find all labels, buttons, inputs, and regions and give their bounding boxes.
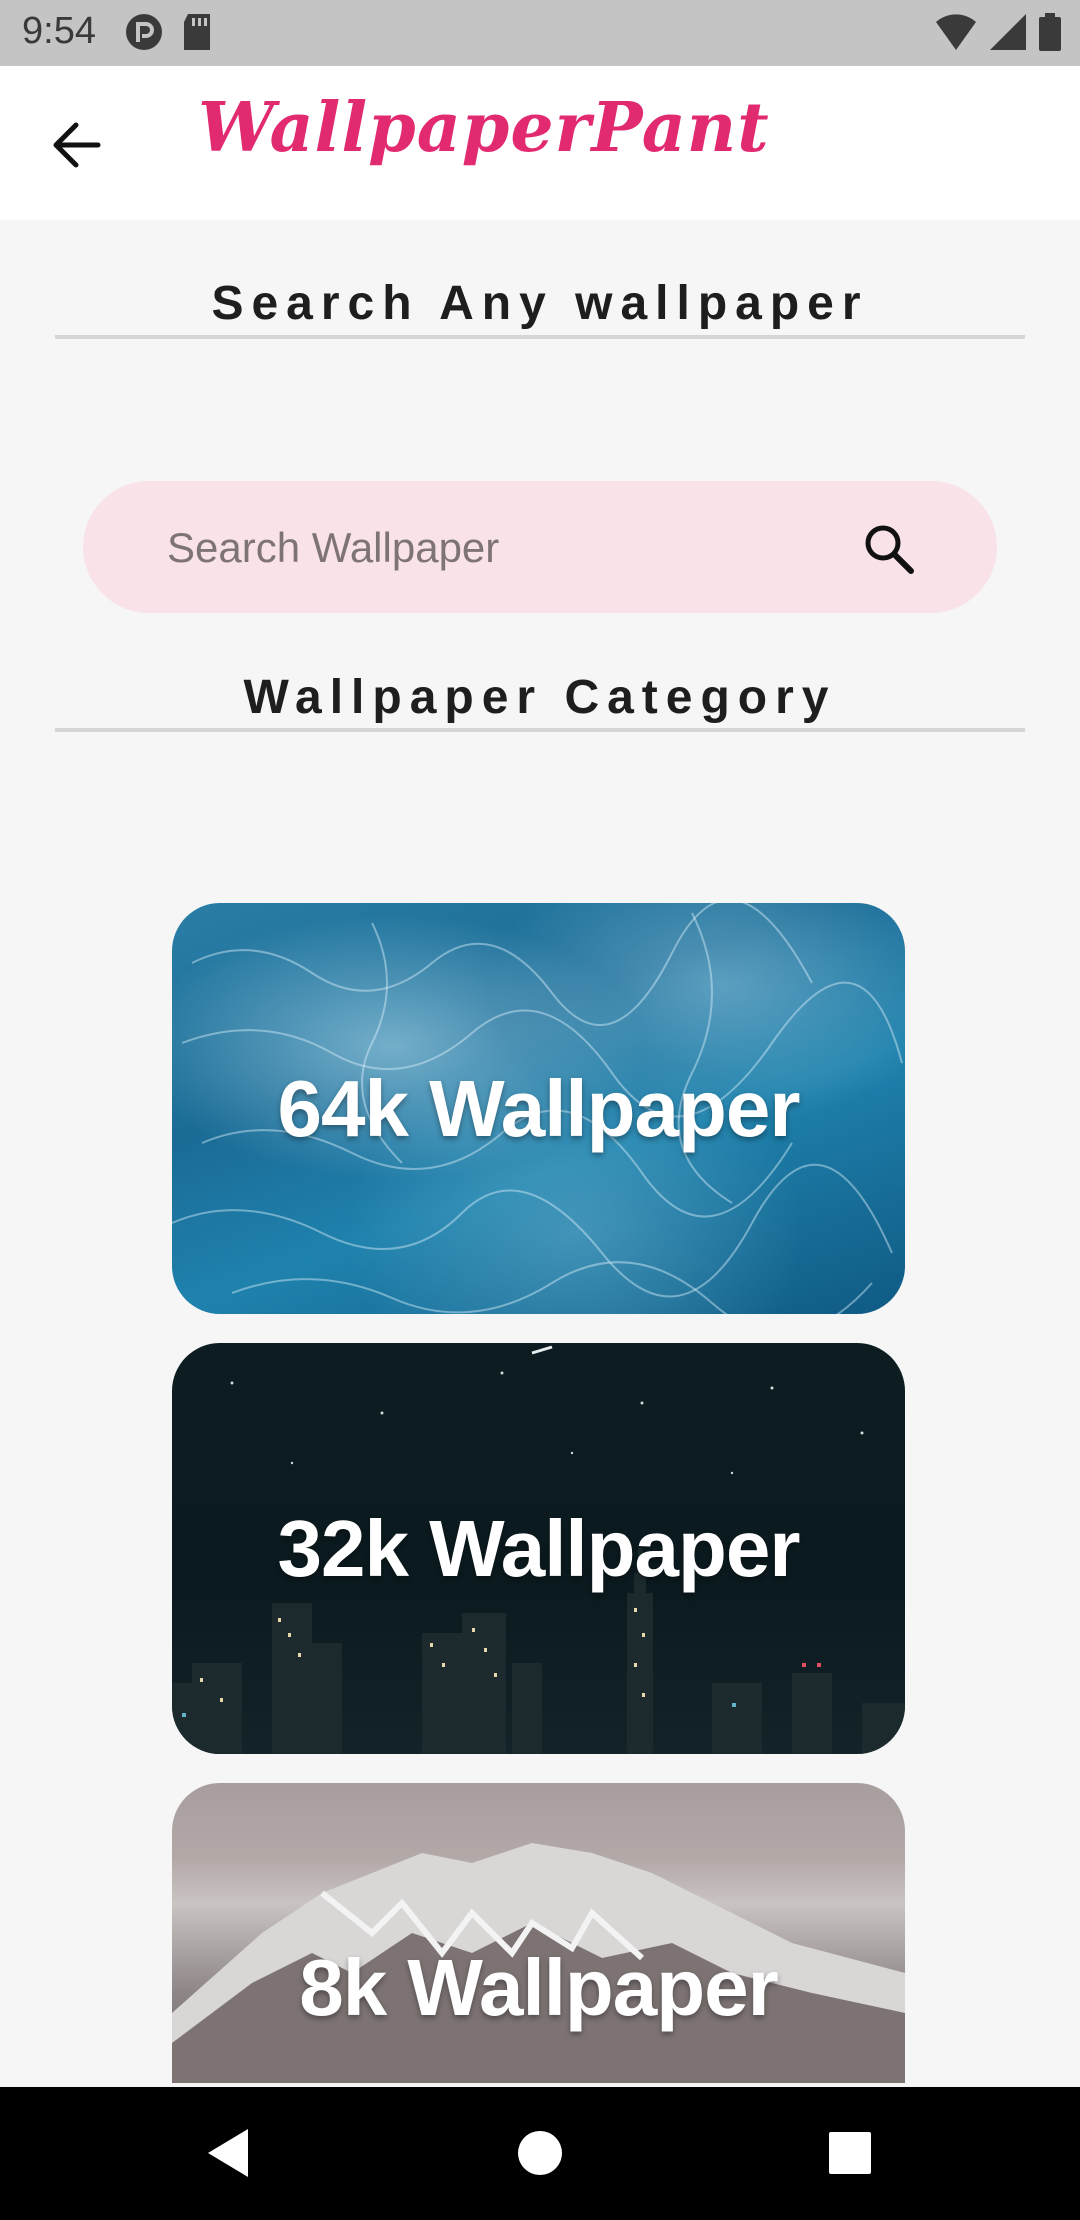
search-icon[interactable] [861,521,915,575]
app-bar: WallpaperPant [0,66,1080,220]
category-section-heading: Wallpaper Category [243,671,837,724]
arrow-back-icon [53,122,101,168]
status-time: 9:54 [22,10,96,52]
category-card-label: 32k Wallpaper [277,1503,800,1593]
app-title: WallpaperPant [198,88,770,168]
nav-home-icon[interactable] [508,2121,572,2185]
category-card-label: 8k Wallpaper [299,1943,779,2032]
system-navigation-bar [0,2087,1080,2220]
nav-recents-icon[interactable] [818,2121,882,2185]
back-button[interactable] [44,112,110,178]
search-bar[interactable] [83,481,997,613]
category-card-64k[interactable]: 64k Wallpaper [172,903,905,1314]
status-bar: 9:54 [0,0,1080,66]
nav-back-icon[interactable] [196,2121,260,2185]
search-section-heading: Search Any wallpaper [211,277,869,330]
category-card-32k[interactable]: 32k Wallpaper [172,1343,905,1754]
app-notification-icon [126,14,162,50]
category-card-label: 64k Wallpaper [277,1063,800,1153]
status-system-icons [934,12,1062,52]
status-notification-icons [124,12,214,52]
sd-card-icon [184,14,210,50]
search-input[interactable] [165,511,819,585]
category-card-8k[interactable]: 8k Wallpaper [172,1783,905,2083]
wifi-icon [936,14,976,50]
battery-icon [1039,13,1061,51]
category-section-divider [55,728,1025,732]
signal-icon [990,14,1026,50]
search-section-divider [55,335,1025,339]
